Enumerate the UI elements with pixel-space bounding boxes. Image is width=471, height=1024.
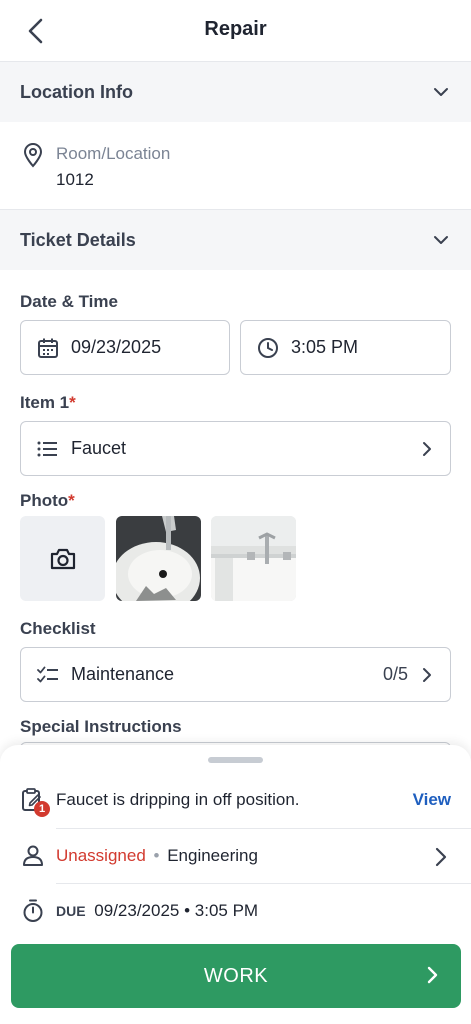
time-field[interactable]: 3:05 PM bbox=[240, 320, 451, 375]
required-asterisk: * bbox=[69, 393, 76, 412]
time-value: 3:05 PM bbox=[291, 337, 359, 357]
person-icon bbox=[20, 843, 46, 869]
checklist-icon bbox=[37, 664, 59, 686]
stopwatch-icon bbox=[20, 898, 46, 924]
work-button-label: WORK bbox=[203, 964, 269, 987]
description-row: 1 Faucet is dripping in off position. Vi… bbox=[0, 773, 471, 828]
item-value: Faucet bbox=[71, 438, 127, 458]
due-prefix: DUE bbox=[56, 903, 86, 919]
top-bar: Repair bbox=[0, 0, 471, 62]
room-location-value: 1012 bbox=[56, 170, 94, 189]
checklist-selector[interactable]: Maintenance 0/5 bbox=[20, 647, 451, 702]
checklist-progress-group: 0/5 bbox=[383, 648, 432, 701]
edit-clipboard-icon: 1 bbox=[20, 787, 50, 817]
work-button[interactable]: WORK bbox=[11, 944, 461, 1008]
photo-label: Photo* bbox=[20, 491, 75, 511]
chevron-right-icon bbox=[422, 422, 432, 475]
date-field[interactable]: 09/23/2025 bbox=[20, 320, 230, 375]
location-info-header[interactable]: Location Info bbox=[0, 62, 471, 122]
chevron-right-icon bbox=[435, 847, 447, 872]
chevron-right-icon bbox=[427, 964, 439, 991]
view-link[interactable]: View bbox=[413, 790, 451, 810]
location-info-title: Location Info bbox=[20, 81, 133, 102]
assignment-row[interactable]: Unassigned • Engineering bbox=[0, 829, 471, 884]
required-asterisk: * bbox=[68, 491, 75, 510]
checklist-label: Checklist bbox=[20, 619, 96, 638]
notification-badge: 1 bbox=[34, 801, 50, 817]
drag-handle[interactable] bbox=[208, 757, 263, 763]
date-value: 09/23/2025 bbox=[71, 337, 162, 357]
ticket-details-header[interactable]: Ticket Details bbox=[0, 210, 471, 270]
separator-dot: • bbox=[153, 846, 160, 865]
ticket-details-title: Ticket Details bbox=[20, 229, 136, 250]
camera-icon bbox=[50, 548, 75, 569]
due-text: DUE 09/23/2025 • 3:05 PM bbox=[56, 901, 258, 921]
chevron-right-icon bbox=[423, 667, 431, 682]
page-title: Repair bbox=[204, 18, 267, 40]
clock-icon bbox=[257, 337, 279, 359]
calendar-icon bbox=[37, 337, 59, 359]
map-pin-icon bbox=[22, 142, 44, 173]
chevron-down-icon bbox=[431, 230, 451, 250]
photo-thumbnail-faucet[interactable] bbox=[211, 516, 296, 601]
item-label: Item 1* bbox=[20, 393, 76, 413]
due-value: 09/23/2025 • 3:05 PM bbox=[94, 901, 259, 920]
checklist-value: Maintenance bbox=[71, 664, 175, 684]
room-location-row: Room/Location 1012 bbox=[20, 140, 450, 200]
photo-thumbnail-sink[interactable] bbox=[116, 516, 201, 601]
date-time-label: Date & Time bbox=[20, 292, 118, 311]
special-instructions-label: Special Instructions bbox=[20, 717, 182, 736]
chevron-down-icon bbox=[431, 82, 451, 102]
due-row: DUE 09/23/2025 • 3:05 PM bbox=[0, 884, 471, 939]
assignee-status: Unassigned bbox=[56, 846, 146, 865]
add-photo-button[interactable] bbox=[20, 516, 105, 601]
ticket-description: Faucet is dripping in off position. bbox=[56, 790, 300, 809]
list-icon bbox=[37, 438, 59, 460]
photo-label-text: Photo bbox=[20, 491, 69, 510]
item-selector[interactable]: Faucet bbox=[20, 421, 451, 476]
room-location-label: Room/Location bbox=[56, 144, 171, 163]
item-label-text: Item 1 bbox=[20, 393, 70, 412]
assignment-text: Unassigned • Engineering bbox=[56, 846, 258, 866]
checklist-progress: 0/5 bbox=[382, 664, 408, 684]
department-name: Engineering bbox=[167, 846, 258, 865]
